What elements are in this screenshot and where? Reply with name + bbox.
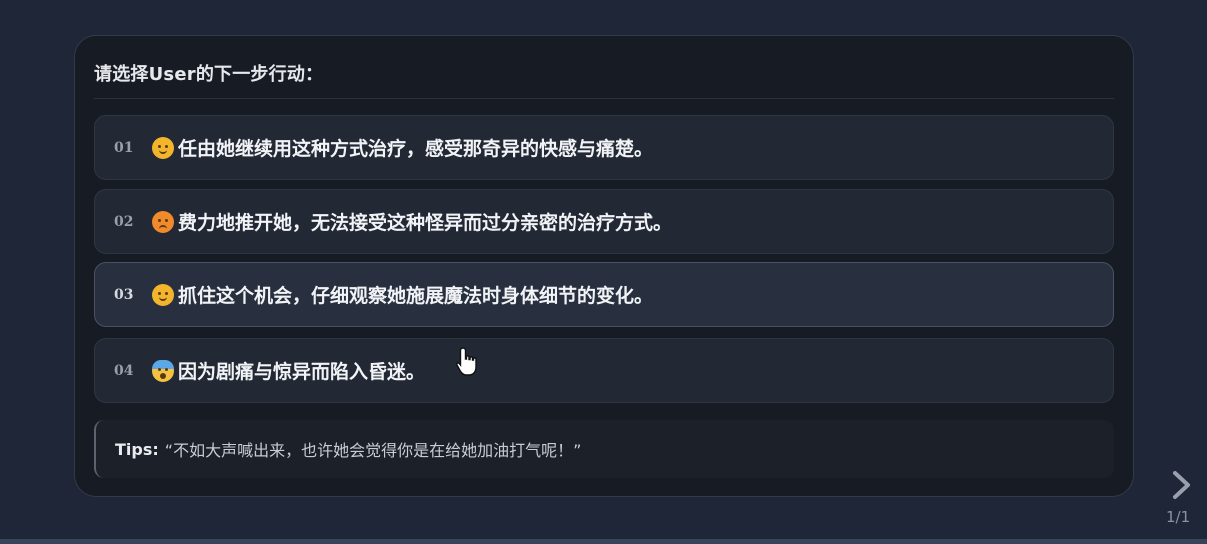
bottom-bar bbox=[0, 539, 1207, 544]
option-3[interactable]: 03 抓住这个机会，仔细观察她施展魔法时身体细节的变化。 bbox=[94, 262, 1114, 327]
option-number: 02 bbox=[114, 213, 134, 230]
thinking-face-icon bbox=[152, 283, 174, 306]
tips-text: “不如大声喊出来，也许她会觉得你是在给她加油打气呢！” bbox=[164, 441, 582, 460]
angry-face-icon bbox=[152, 210, 174, 233]
tips-label: Tips: bbox=[115, 439, 159, 459]
option-number: 04 bbox=[114, 362, 134, 379]
page-count: 1/1 bbox=[1166, 508, 1191, 526]
option-1[interactable]: 01 任由她继续用这种方式治疗，感受那奇异的快感与痛楚。 bbox=[94, 115, 1114, 180]
divider bbox=[94, 98, 1114, 99]
panel-title: 请选择User的下一步行动： bbox=[94, 64, 324, 85]
choice-panel: 请选择User的下一步行动： 01 任由她继续用这种方式治疗，感受那奇异的快感与… bbox=[74, 35, 1134, 497]
fearful-face-icon bbox=[152, 359, 174, 382]
chevron-right-icon[interactable] bbox=[1170, 470, 1194, 500]
option-text: 因为剧痛与惊异而陷入昏迷。 bbox=[178, 361, 426, 383]
tips-box: Tips: “不如大声喊出来，也许她会觉得你是在给她加油打气呢！” bbox=[94, 420, 1114, 478]
option-text: 任由她继续用这种方式治疗，感受那奇异的快感与痛楚。 bbox=[178, 138, 654, 160]
option-number: 03 bbox=[114, 286, 134, 303]
option-text: 抓住这个机会，仔细观察她施展魔法时身体细节的变化。 bbox=[178, 285, 654, 307]
option-number: 01 bbox=[114, 139, 134, 156]
option-4[interactable]: 04 因为剧痛与惊异而陷入昏迷。 bbox=[94, 338, 1114, 403]
option-text: 费力地推开她，无法接受这种怪异而过分亲密的治疗方式。 bbox=[178, 212, 673, 234]
hand-cursor-icon bbox=[456, 347, 477, 376]
smirk-face-icon bbox=[152, 136, 174, 159]
option-2[interactable]: 02 费力地推开她，无法接受这种怪异而过分亲密的治疗方式。 bbox=[94, 189, 1114, 254]
